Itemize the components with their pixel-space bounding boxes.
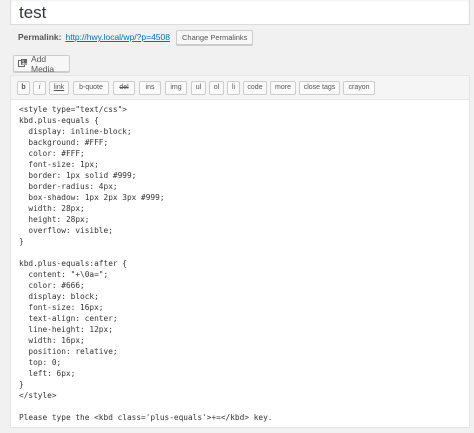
- content-line: width: 16px;: [19, 336, 85, 345]
- quicktag-blockquote-button[interactable]: b-quote: [73, 81, 109, 95]
- quicktag-bold-button[interactable]: b: [17, 81, 30, 95]
- content-line: box-shadow: 1px 2px 3px #999;: [19, 193, 165, 202]
- content-line: Please type the <kbd class='plus-equals'…: [19, 413, 273, 422]
- quicktag-ul-button[interactable]: ul: [191, 81, 206, 95]
- content-line: }: [19, 380, 24, 389]
- quicktag-more-button[interactable]: more: [270, 81, 296, 95]
- content-textarea[interactable]: <style type="text/css"> kbd.plus-equals {…: [19, 104, 465, 423]
- add-media-button[interactable]: Add Media: [13, 53, 70, 74]
- quicktag-del-button[interactable]: del: [113, 81, 135, 95]
- post-title-input[interactable]: test: [19, 3, 46, 23]
- content-line: [19, 247, 465, 258]
- content-line: background: #FFF;: [19, 138, 109, 147]
- content-line: text-align: center;: [19, 314, 118, 323]
- add-media-label: Add Media: [31, 53, 55, 74]
- quicktag-img-button[interactable]: img: [165, 81, 187, 95]
- content-line: kbd.plus-equals:after {: [19, 259, 127, 268]
- content-line: color: #FFF;: [19, 149, 85, 158]
- permalink-row: Permalink: http://hwy.local/wp/?p=4508 C…: [18, 29, 254, 45]
- content-line: <style type="text/css">: [19, 105, 127, 114]
- content-line: color: #666;: [19, 281, 85, 290]
- quicktag-crayon-button[interactable]: crayon: [343, 81, 375, 95]
- content-line: width: 28px;: [19, 204, 85, 213]
- media-library-icon: [18, 59, 28, 68]
- content-line: display: block;: [19, 292, 99, 301]
- content-line: border: 1px solid #999;: [19, 171, 137, 180]
- post-title-field[interactable]: test: [10, 0, 470, 25]
- quicktag-code-button[interactable]: code: [243, 81, 267, 95]
- quicktag-ins-button[interactable]: ins: [139, 81, 161, 95]
- content-line: content: "+\0a=";: [19, 270, 109, 279]
- quicktag-close-tags-button[interactable]: close tags: [299, 81, 340, 95]
- content-line: line-height: 12px;: [19, 325, 113, 334]
- content-line: display: inline-block;: [19, 127, 132, 136]
- content-line: kbd.plus-equals {: [19, 116, 99, 125]
- quicktag-li-button[interactable]: li: [227, 81, 240, 95]
- text-editor[interactable]: b i link b-quote del ins img ul ol li co…: [10, 75, 470, 428]
- quicktag-link-button[interactable]: link: [49, 81, 69, 95]
- change-permalinks-button[interactable]: Change Permalinks: [175, 29, 254, 45]
- permalink-label: Permalink:: [18, 32, 62, 42]
- content-line: border-radius: 4px;: [19, 182, 118, 191]
- content-line: height: 28px;: [19, 215, 90, 224]
- content-line: font-size: 1px;: [19, 160, 99, 169]
- content-line: left: 6px;: [19, 369, 76, 378]
- quicktag-italic-button[interactable]: i: [33, 81, 46, 95]
- content-line: [19, 401, 465, 412]
- content-line: top: 0;: [19, 358, 62, 367]
- content-line: </style>: [19, 391, 57, 400]
- content-line: }: [19, 237, 24, 246]
- content-line: overflow: visible;: [19, 226, 113, 235]
- permalink-link[interactable]: http://hwy.local/wp/?p=4508: [65, 32, 170, 42]
- content-line: position: relative;: [19, 347, 118, 356]
- content-line: font-size: 16px;: [19, 303, 104, 312]
- quicktag-ol-button[interactable]: ol: [209, 81, 224, 95]
- quicktags-toolbar: b i link b-quote del ins img ul ol li co…: [11, 76, 469, 100]
